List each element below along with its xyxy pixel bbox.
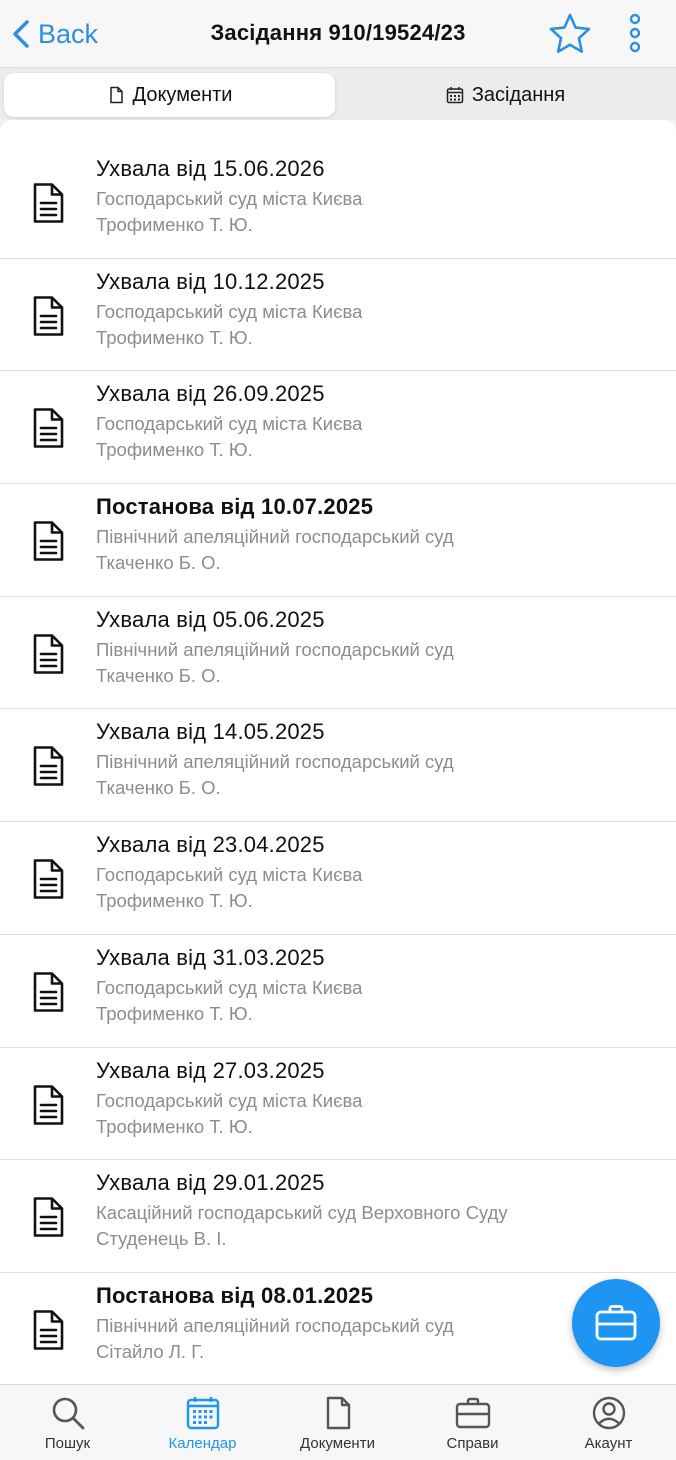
calendar-icon [186,1397,219,1430]
document-title: Ухвала від 15.06.2026 [96,156,325,181]
document-list-item[interactable]: Ухвала від 31.03.2025 Господарський суд м… [0,935,676,1048]
document-court: Господарський суд міста Києва [96,188,363,209]
calendar-icon [446,87,464,104]
tab-hearings-label: Засідання [471,83,566,106]
nav-search-label: Пошук [44,1435,91,1452]
document-title: Ухвала від 29.01.2025 [96,1170,325,1196]
nav-calendar-label: Календар [168,1435,237,1452]
document-court: Північний апеляційний господарський суд [96,751,454,773]
document-text-icon [30,407,66,449]
document-title: Ухвала від 14.05.2025 [96,719,325,745]
document-court: Господарський суд міста Києва [96,413,363,435]
document-list-item[interactable]: Ухвала від 15.06.2026 Господарський суд м… [0,146,676,259]
document-court: Північний апеляційний господарський суд [96,526,454,548]
document-title: Ухвала від 26.09.2025 [96,381,325,407]
document-list-item[interactable]: Ухвала від 10.12.2025 Господарський суд м… [0,259,676,372]
document-judge: Трофименко Т. Ю. [96,1002,253,1024]
document-judge: Трофименко Т. Ю. [96,214,253,235]
nav-account-label: Акаунт [584,1435,633,1452]
star-icon [549,13,591,53]
document-text-icon [30,1309,66,1351]
document-list-item[interactable]: Ухвала від 29.01.2025 Касаційний господар… [0,1160,676,1273]
document-judge: Трофименко Т. Ю. [96,439,253,461]
document-court: Касаційний господарський суд Верховного … [96,1202,508,1224]
documents-list: Ухвала від 15.06.2026 Господарський суд м… [0,146,676,1384]
document-icon [109,86,123,104]
document-court: Господарський суд міста Києва [96,864,363,886]
document-text-icon [30,182,66,224]
document-list-item[interactable]: Ухвала від 23.04.2025 Господарський суд м… [0,822,676,935]
nav-documents[interactable]: Документи [270,1395,405,1457]
document-list-item[interactable]: Постанова від 10.07.2025 Північний апеляц… [0,484,676,597]
document-court: Господарський суд міста Києва [96,1089,363,1111]
document-text-icon [30,971,66,1013]
document-judge: Ткаченко Б. О. [96,777,221,799]
document-court: Господарський суд міста Києва [96,300,363,322]
favorite-button[interactable] [548,12,592,56]
document-title: Ухвала від 23.04.2025 [96,832,325,858]
nav-search[interactable]: Пошук [0,1395,135,1457]
document-judge: Ткаченко Б. О. [96,664,221,686]
document-text-icon [30,745,66,787]
document-list-item[interactable]: Ухвала від 27.03.2025 Господарський суд м… [0,1048,676,1161]
document-text-icon [30,1196,66,1238]
document-text-icon [30,520,66,562]
nav-documents-label: Документи [300,1435,375,1452]
document-text-icon [30,295,66,337]
briefcase-icon [595,1305,637,1341]
documents-list-card: Ухвала від 15.06.2026 Господарський суд м… [0,120,676,1384]
document-judge: Трофименко Т. Ю. [96,326,253,348]
tab-documents-label: Документи [132,83,233,106]
document-title: Ухвала від 27.03.2025 [96,1057,325,1083]
nav-account[interactable]: Акаунт [541,1395,676,1457]
more-vertical-icon [629,13,641,53]
cases-fab-button[interactable] [572,1279,660,1367]
search-icon [52,1397,84,1430]
document-judge: Ткаченко Б. О. [96,552,221,574]
bottom-navigation: Пошук Календар Документи Справи Акаунт [0,1384,676,1460]
nav-calendar[interactable]: Календар [135,1395,270,1457]
document-court: Господарський суд міста Києва [96,976,363,998]
document-icon [326,1396,350,1430]
account-icon [592,1396,625,1430]
document-judge: Трофименко Т. Ю. [96,1115,253,1137]
app-screen: Back Засідання 910/19524/23 Документи За… [0,0,676,1460]
tab-documents[interactable]: Документи [4,73,335,117]
document-judge: Студенець В. І. [96,1228,227,1250]
nav-cases-label: Справи [446,1435,499,1452]
document-text-icon [30,633,66,675]
nav-cases[interactable]: Справи [405,1395,540,1457]
document-title: Ухвала від 10.12.2025 [96,268,325,294]
header-bar: Back Засідання 910/19524/23 [0,0,676,68]
more-options-button[interactable] [620,12,650,56]
document-list-item[interactable]: Ухвала від 26.09.2025 Господарський суд м… [0,371,676,485]
document-list-item[interactable]: Ухвала від 14.05.2025 Північний апеляційн… [0,709,676,823]
document-title: Ухвала від 05.06.2025 [96,606,325,632]
document-judge: Сітайло Л. Г. [96,1340,205,1362]
document-title: Ухвала від 31.03.2025 [96,944,325,970]
briefcase-icon [455,1397,490,1429]
document-list-item[interactable]: Ухвала від 05.06.2025 Північний апеляційн… [0,597,676,710]
document-court: Північний апеляційний господарський суд [96,1314,454,1336]
document-text-icon [30,858,66,900]
segmented-tabs: Документи Засідання [0,68,676,120]
document-text-icon [30,1084,66,1126]
document-judge: Трофименко Т. Ю. [96,890,253,912]
document-court: Північний апеляційний господарський суд [96,638,454,660]
tab-hearings[interactable]: Засідання [339,73,672,117]
document-title: Постанова від 08.01.2025 [96,1282,374,1308]
document-title: Постанова від 10.07.2025 [96,494,374,520]
